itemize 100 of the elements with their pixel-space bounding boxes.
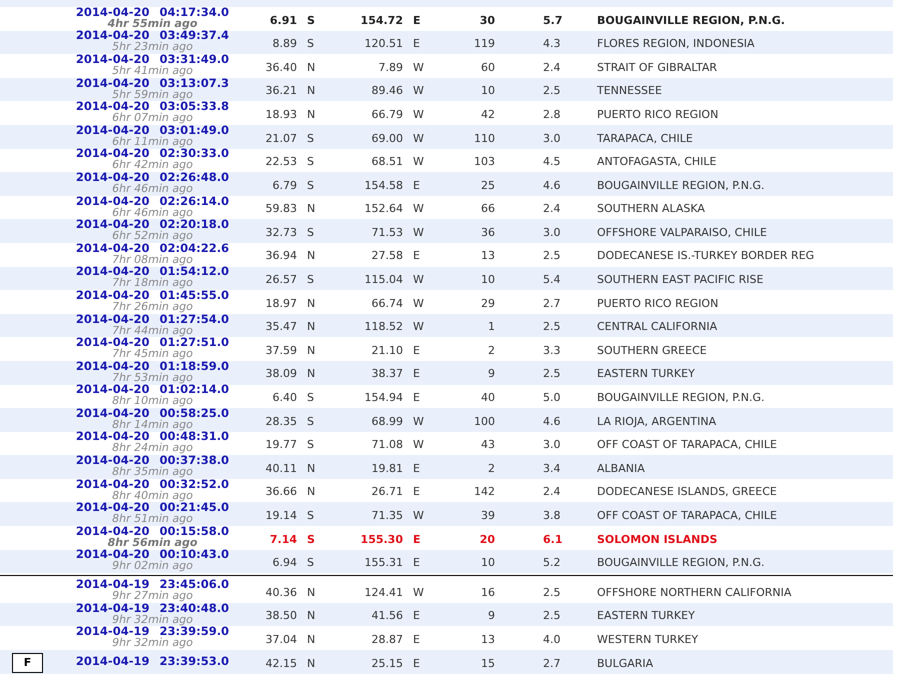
event-time-link[interactable]: 2014-04-20 01:27:54.0 — [76, 312, 230, 325]
event-time-link[interactable]: 2014-04-20 01:18:59.0 — [76, 360, 230, 372]
event-time-link[interactable]: 2014-04-20 02:20:18.0 — [76, 218, 230, 230]
latitude-direction: S — [307, 226, 314, 239]
longitude-value: 38.37 — [372, 367, 403, 380]
event-time-link[interactable]: 2014-04-20 00:15:58.0 — [76, 524, 230, 537]
elapsed-time: 6hr 11min ago — [112, 136, 193, 148]
depth-value: 100 — [474, 414, 495, 428]
region-name: ANTOFAGASTA, CHILE — [597, 155, 716, 168]
region-name: OFF COAST OF TARAPACA, CHILE — [597, 438, 778, 452]
latitude-value: 38.09 — [266, 367, 297, 380]
latitude-value: 38.50 — [266, 609, 297, 622]
elapsed-time: 8hr 35min ago — [112, 466, 193, 478]
latitude-value: 6.79 — [272, 178, 297, 192]
event-time-link[interactable]: 2014-04-19 23:40:48.0 — [76, 602, 230, 614]
longitude-direction: E — [413, 556, 420, 570]
depth-value: 30 — [480, 14, 495, 27]
latitude-direction: S — [307, 438, 314, 452]
event-time-link[interactable]: 2014-04-19 23:45:06.0 — [76, 578, 230, 590]
event-time-link[interactable]: 2014-04-20 04:17:34.0 — [76, 6, 230, 18]
longitude-direction: W — [413, 586, 424, 599]
latitude-value: 59.83 — [266, 202, 297, 216]
magnitude-value: 4.0 — [543, 632, 560, 646]
elapsed-time: 8hr 14min ago — [112, 418, 193, 431]
longitude-direction: E — [413, 632, 420, 646]
depth-value: 13 — [481, 632, 495, 646]
latitude-direction: N — [307, 202, 316, 216]
latitude-value: 21.07 — [266, 132, 297, 145]
magnitude-value: 3.4 — [543, 462, 560, 475]
event-time-link[interactable]: 2014-04-20 00:21:45.0 — [76, 501, 230, 514]
magnitude-value: 2.5 — [543, 249, 560, 262]
latitude-direction: N — [307, 60, 316, 74]
region-name: BOUGAINVILLE REGION, P.N.G. — [597, 391, 764, 404]
depth-value: 10 — [481, 273, 495, 286]
region-name: FLORES REGION, INDONESIA — [597, 37, 755, 50]
event-time-link[interactable]: 2014-04-20 01:54:12.0 — [76, 265, 230, 278]
event-time-link[interactable]: 2014-04-20 01:27:51.0 — [76, 336, 230, 348]
latitude-direction: S — [307, 414, 314, 428]
depth-value: 15 — [481, 656, 495, 670]
magnitude-value: 2.7 — [543, 296, 560, 310]
depth-value: 16 — [481, 586, 495, 599]
magnitude-value: 3.3 — [543, 344, 560, 357]
event-time-link[interactable]: 2014-04-20 00:10:43.0 — [76, 548, 230, 560]
magnitude-value: 2.4 — [543, 202, 560, 216]
longitude-value: 68.99 — [372, 414, 403, 428]
magnitude-value: 6.1 — [543, 532, 562, 546]
longitude-direction: W — [413, 273, 424, 286]
depth-value: 29 — [481, 296, 495, 310]
event-time-link[interactable]: 2014-04-20 02:04:22.6 — [76, 242, 230, 254]
depth-value: 20 — [480, 532, 495, 546]
event-time-link[interactable]: 2014-04-20 00:48:31.0 — [76, 430, 230, 442]
event-time-link[interactable]: 2014-04-20 03:01:49.0 — [76, 124, 230, 136]
event-time-link[interactable]: 2014-04-20 03:31:49.0 — [76, 52, 230, 65]
region-name: ALBANIA — [597, 462, 645, 475]
latitude-value: 40.11 — [266, 462, 297, 475]
magnitude-value: 5.2 — [543, 556, 560, 570]
event-time-link[interactable]: 2014-04-20 03:49:37.4 — [76, 29, 230, 42]
corner-button[interactable]: F — [12, 652, 43, 673]
event-time-link[interactable]: 2014-04-20 00:32:52.0 — [76, 478, 230, 490]
longitude-value: 7.89 — [378, 60, 403, 74]
longitude-direction: E — [413, 485, 420, 498]
event-time-link[interactable]: 2014-04-20 02:30:33.0 — [76, 147, 230, 160]
elapsed-time: 8hr 51min ago — [112, 513, 193, 526]
latitude-value: 6.40 — [272, 391, 297, 404]
region-name: BOUGAINVILLE REGION, P.N.G. — [597, 14, 785, 27]
event-time-link[interactable]: 2014-04-19 23:39:59.0 — [76, 625, 230, 638]
event-time-link[interactable]: 2014-04-20 02:26:14.0 — [76, 194, 230, 207]
latitude-direction: N — [307, 320, 316, 334]
latitude-value: 37.04 — [266, 632, 297, 646]
region-name: WESTERN TURKEY — [597, 632, 698, 646]
event-time-link[interactable]: 2014-04-20 00:37:38.0 — [76, 454, 230, 466]
latitude-direction: N — [307, 344, 316, 357]
magnitude-value: 5.0 — [543, 391, 560, 404]
latitude-value: 22.53 — [266, 155, 297, 168]
event-time-link[interactable]: 2014-04-20 01:45:55.0 — [76, 288, 230, 301]
depth-value: 119 — [474, 37, 495, 50]
region-name: OFFSHORE NORTHERN CALIFORNIA — [597, 586, 792, 599]
latitude-direction: N — [307, 462, 316, 475]
longitude-value: 154.94 — [364, 391, 403, 404]
elapsed-time: 7hr 53min ago — [112, 372, 193, 384]
elapsed-time: 7hr 26min ago — [112, 300, 193, 313]
magnitude-value: 5.4 — [543, 273, 560, 286]
elapsed-time: 6hr 52min ago — [112, 230, 193, 242]
magnitude-value: 3.8 — [543, 509, 560, 522]
longitude-value: 26.71 — [372, 485, 403, 498]
elapsed-time: 5hr 41min ago — [112, 64, 193, 77]
event-time-link[interactable]: 2014-04-20 02:26:48.0 — [76, 170, 230, 183]
event-time-link[interactable]: 2014-04-20 01:02:14.0 — [76, 383, 230, 396]
region-name: STRAIT OF GIBRALTAR — [597, 60, 718, 74]
latitude-value: 32.73 — [266, 226, 297, 239]
event-time-link[interactable]: 2014-04-19 23:39:53.0 — [76, 654, 230, 667]
event-time-link[interactable]: 2014-04-20 00:58:25.0 — [76, 406, 230, 419]
latitude-value: 42.15 — [266, 656, 297, 670]
event-time-link[interactable]: 2014-04-20 03:13:07.3 — [76, 76, 230, 89]
event-time-link[interactable]: 2014-04-20 03:05:33.8 — [76, 100, 230, 112]
latitude-direction: S — [307, 273, 314, 286]
magnitude-value: 4.5 — [543, 155, 560, 168]
region-name: EASTERN TURKEY — [597, 609, 695, 622]
longitude-direction: E — [413, 656, 420, 670]
longitude-value: 71.08 — [372, 438, 403, 452]
